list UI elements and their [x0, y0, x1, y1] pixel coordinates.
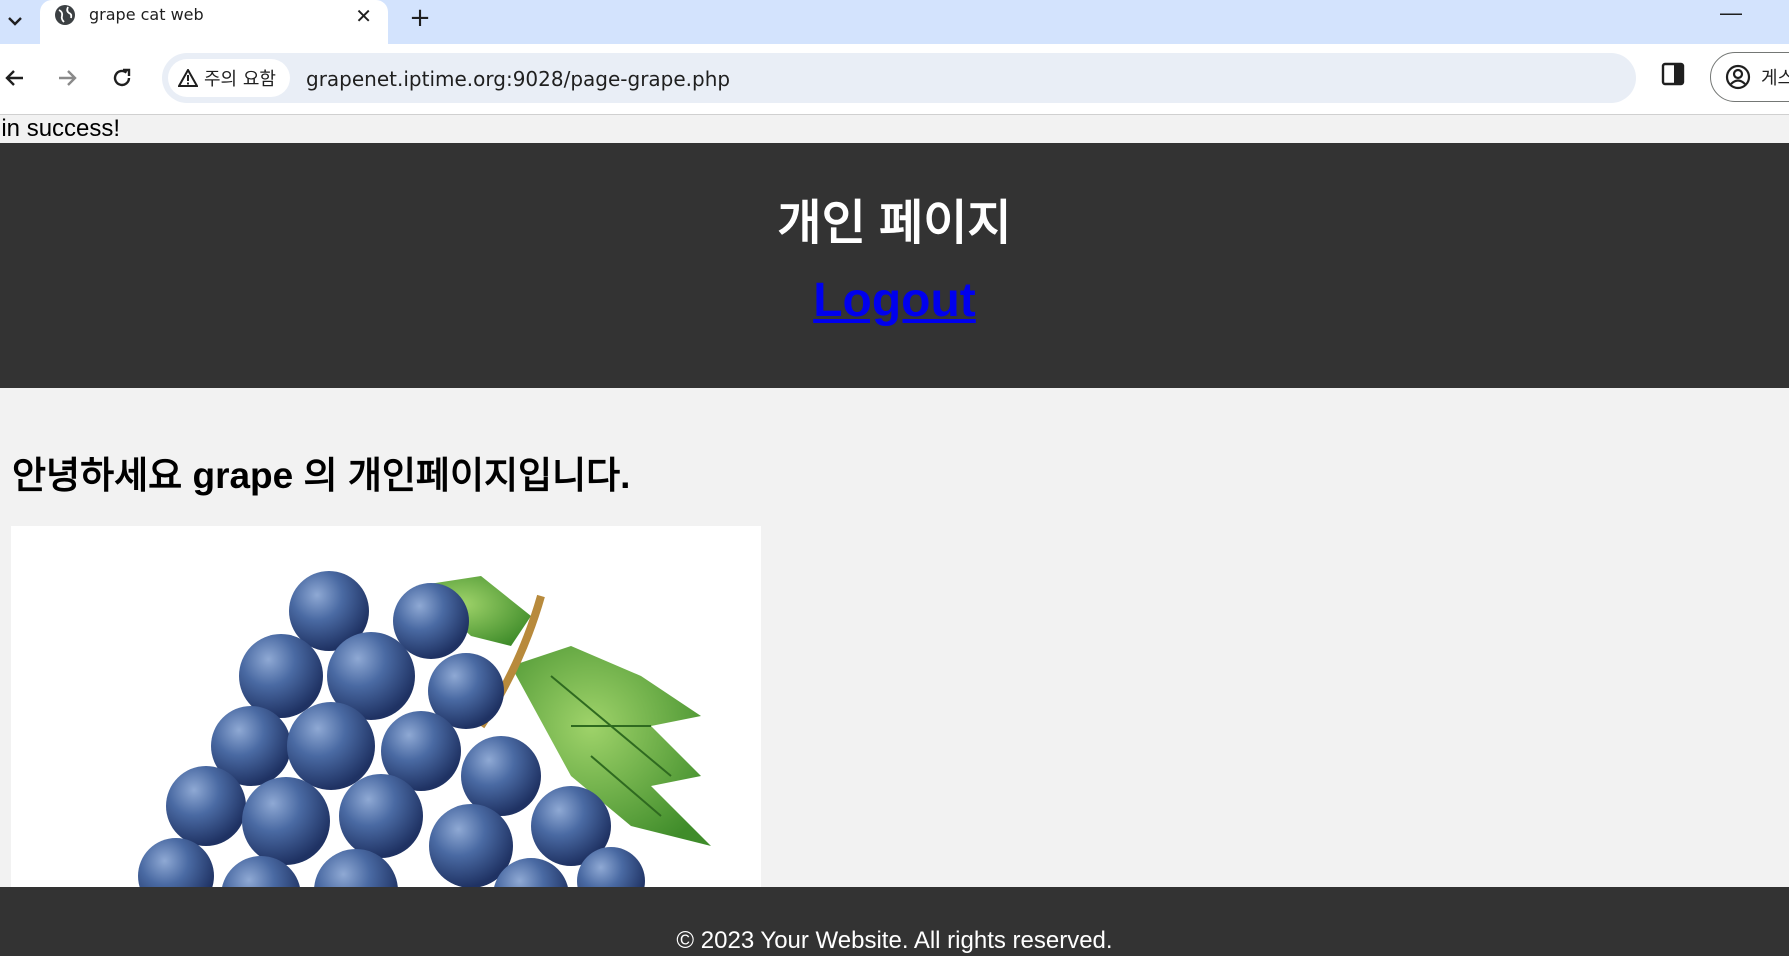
side-panel-icon — [1661, 62, 1685, 86]
tab-title: grape cat web — [89, 5, 204, 24]
security-label: 주의 요함 — [204, 69, 276, 90]
tab-strip: grape cat web ✕ + — — [0, 0, 1789, 44]
profile-button[interactable]: 게스 — [1710, 52, 1789, 102]
page-title: 개인 페이지 — [777, 197, 1012, 250]
chevron-down-icon — [8, 17, 22, 26]
site-footer: © 2023 Your Website. All rights reserved… — [0, 887, 1789, 956]
greeting-heading: 안녕하세요 grape 의 개인페이지입니다. — [12, 455, 631, 496]
profile-icon — [1725, 64, 1751, 90]
site-header: 개인 페이지 Logout — [0, 143, 1789, 388]
page-viewport: gin success! 개인 페이지 Logout 안녕하세요 grape 의… — [0, 115, 1789, 956]
back-button[interactable] — [0, 60, 32, 96]
login-status-message: gin success! — [0, 115, 121, 142]
minimize-button[interactable]: — — [1720, 0, 1742, 26]
globe-icon — [55, 5, 75, 25]
grape-image — [11, 526, 761, 906]
reload-icon — [113, 68, 131, 87]
browser-toolbar: 주의 요함 grapenet.iptime.org:9028/page-grap… — [0, 44, 1789, 115]
back-arrow-icon — [5, 70, 23, 86]
logout-link[interactable]: Logout — [0, 273, 1789, 328]
profile-label: 게스 — [1761, 68, 1789, 89]
warning-icon — [178, 69, 198, 87]
copyright-text: © 2023 Your Website. All rights reserved… — [676, 927, 1113, 954]
tab-search-button[interactable] — [0, 6, 30, 36]
close-icon[interactable]: ✕ — [355, 4, 372, 28]
url-text[interactable]: grapenet.iptime.org:9028/page-grape.php — [306, 67, 730, 91]
plus-icon[interactable]: + — [404, 2, 436, 34]
active-tab[interactable]: grape cat web ✕ — [40, 0, 388, 44]
side-panel-button[interactable] — [1660, 61, 1696, 97]
reload-button[interactable] — [104, 60, 140, 96]
address-bar[interactable]: 주의 요함 grapenet.iptime.org:9028/page-grap… — [162, 53, 1636, 103]
forward-button[interactable] — [50, 60, 86, 96]
grape-illustration — [138, 571, 711, 906]
security-indicator[interactable]: 주의 요함 — [168, 59, 290, 97]
forward-arrow-icon — [59, 70, 77, 86]
